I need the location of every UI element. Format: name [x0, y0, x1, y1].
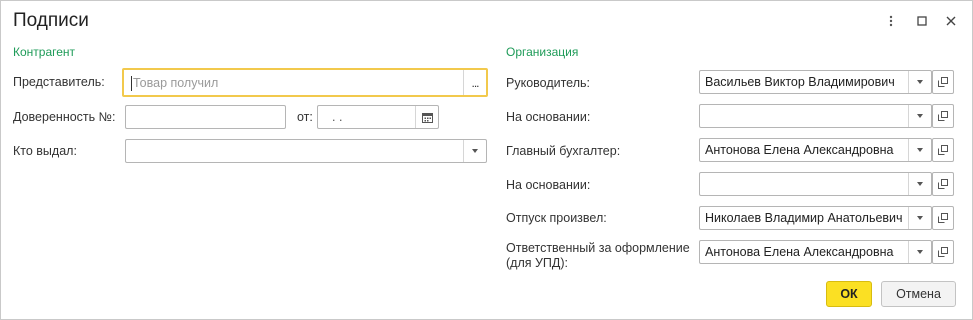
director-basis-label: На основании: [506, 110, 591, 124]
responsible-upd-value: Антонова Елена Александровна [705, 245, 894, 259]
accountant-basis-open-button[interactable] [932, 172, 954, 196]
open-window-icon [938, 247, 948, 257]
representative-placeholder: Товар получил [133, 76, 219, 90]
chevron-down-icon [917, 148, 923, 152]
issued-by-label: Кто выдал: [13, 144, 77, 158]
director-dropdown-button[interactable] [908, 71, 931, 93]
cancel-button[interactable]: Отмена [881, 281, 956, 307]
released-by-dropdown-button[interactable] [908, 207, 931, 229]
chief-accountant-label: Главный бухгалтер: [506, 144, 621, 158]
chevron-down-icon [917, 80, 923, 84]
chief-accountant-value: Антонова Елена Александровна [705, 143, 894, 157]
signatures-dialog: Подписи Контрагент Представитель: Товар … [0, 0, 973, 320]
square-icon [917, 16, 927, 26]
issued-by-field[interactable] [125, 139, 487, 163]
accountant-basis-field[interactable] [699, 172, 932, 196]
chief-accountant-dropdown-button[interactable] [908, 139, 931, 161]
chevron-down-icon [917, 250, 923, 254]
calendar-button[interactable] [415, 106, 438, 128]
director-field[interactable]: Васильев Виктор Владимирович [699, 70, 932, 94]
text-caret [131, 76, 132, 91]
chevron-down-icon [472, 149, 478, 153]
open-window-icon [938, 77, 948, 87]
dialog-title: Подписи [13, 10, 89, 31]
open-window-icon [938, 213, 948, 223]
representative-label: Представитель: [13, 75, 105, 89]
representative-field[interactable]: Товар получил ... [122, 68, 488, 97]
director-basis-open-button[interactable] [932, 104, 954, 128]
chief-accountant-field[interactable]: Антонова Елена Александровна [699, 138, 932, 162]
director-basis-field[interactable] [699, 104, 932, 128]
chevron-down-icon [917, 114, 923, 118]
released-by-label: Отпуск произвел: [506, 211, 607, 225]
responsible-upd-label: Ответственный за оформление (для УПД): [506, 241, 690, 270]
chevron-down-icon [917, 216, 923, 220]
accountant-basis-dropdown-button[interactable] [908, 173, 931, 195]
maximize-button[interactable] [914, 13, 930, 29]
responsible-upd-dropdown-button[interactable] [908, 241, 931, 263]
chief-accountant-open-button[interactable] [932, 138, 954, 162]
director-open-button[interactable] [932, 70, 954, 94]
date-label: от: [297, 110, 313, 124]
power-of-attorney-number-input[interactable] [125, 105, 286, 129]
close-icon [946, 16, 956, 26]
power-of-attorney-label: Доверенность №: [13, 110, 116, 124]
open-window-icon [938, 179, 948, 189]
open-window-icon [938, 111, 948, 121]
chevron-down-icon [917, 182, 923, 186]
representative-select-button[interactable]: ... [463, 70, 486, 95]
released-by-open-button[interactable] [932, 206, 954, 230]
counterparty-section-title: Контрагент [13, 45, 76, 59]
calendar-icon [421, 112, 433, 123]
released-by-field[interactable]: Николаев Владимир Анатольевич [699, 206, 932, 230]
close-button[interactable] [943, 13, 959, 29]
date-value: . . [332, 110, 343, 124]
vertical-dots-icon [889, 15, 893, 27]
ok-button[interactable]: ОК [826, 281, 872, 307]
director-basis-dropdown-button[interactable] [908, 105, 931, 127]
open-window-icon [938, 145, 948, 155]
director-value: Васильев Виктор Владимирович [705, 75, 895, 89]
responsible-upd-open-button[interactable] [932, 240, 954, 264]
accountant-basis-label: На основании: [506, 178, 591, 192]
organization-section-title: Организация [506, 45, 579, 59]
issued-by-dropdown-button[interactable] [463, 140, 486, 162]
released-by-value: Николаев Владимир Анатольевич [705, 211, 903, 225]
director-label: Руководитель: [506, 76, 591, 90]
power-of-attorney-date-input[interactable]: . . [317, 105, 439, 129]
more-actions-button[interactable] [883, 13, 899, 29]
responsible-upd-field[interactable]: Антонова Елена Александровна [699, 240, 932, 264]
